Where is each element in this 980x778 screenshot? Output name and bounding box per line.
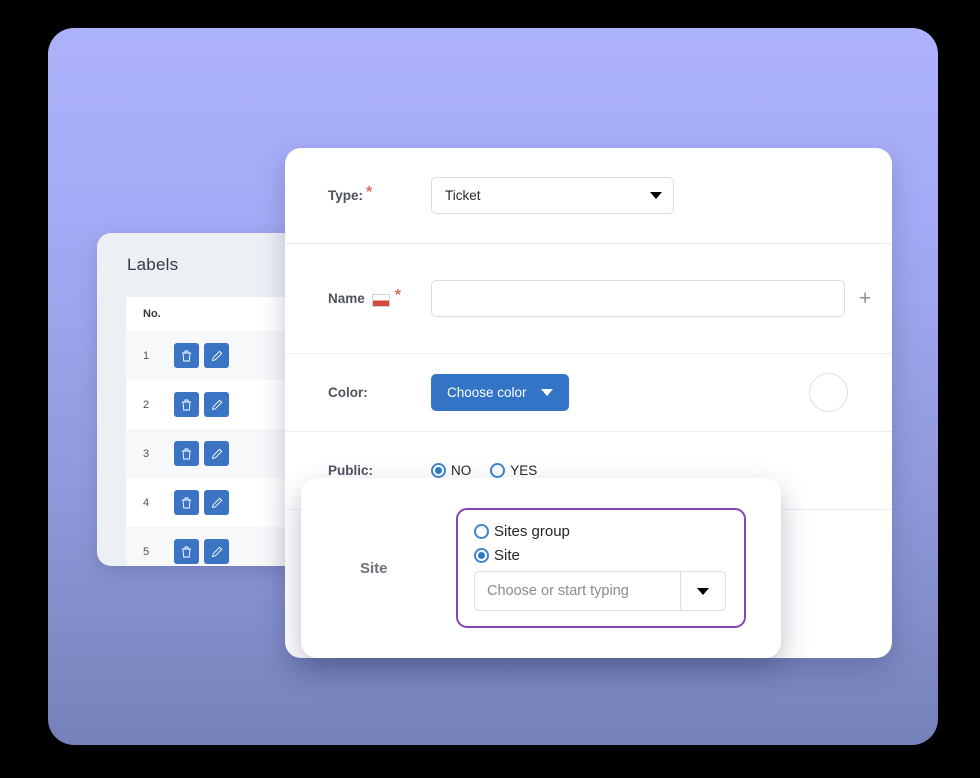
type-select[interactable]: Ticket [431, 177, 674, 214]
site-option-site-label: Site [494, 547, 520, 564]
site-combobox-placeholder: Choose or start typing [487, 583, 629, 599]
radio-icon-sites-group[interactable] [474, 524, 489, 539]
trash-icon [182, 546, 191, 557]
type-field-label: Type: * [285, 183, 431, 204]
site-option-sites-group[interactable]: Sites group [474, 523, 728, 540]
public-option-yes[interactable]: YES [490, 463, 537, 478]
delete-button[interactable] [174, 490, 199, 515]
app-background: Labels No. 1 2 3 4 5 Type: * Ticket Name… [48, 28, 938, 745]
form-row-color: Color: Choose color [285, 354, 892, 432]
trash-icon [182, 497, 191, 508]
site-combobox[interactable]: Choose or start typing [474, 571, 726, 611]
type-select-value: Ticket [445, 188, 481, 203]
trash-icon [182, 350, 191, 361]
public-option-no[interactable]: NO [431, 463, 471, 478]
chevron-down-icon [697, 587, 709, 595]
site-option-sites-group-label: Sites group [494, 523, 570, 540]
public-option-no-label: NO [451, 463, 472, 478]
delete-button[interactable] [174, 441, 199, 466]
pencil-icon [211, 399, 222, 410]
screen-frame: Labels No. 1 2 3 4 5 Type: * Ticket Name… [0, 0, 980, 778]
edit-button[interactable] [204, 392, 229, 417]
row-number: 4 [143, 496, 150, 509]
required-asterisk: * [394, 286, 402, 304]
row-number: 2 [143, 398, 150, 411]
row-number: 3 [143, 447, 150, 460]
pencil-icon [211, 448, 222, 459]
row-number: 5 [143, 545, 150, 558]
color-label-text: Color: [328, 385, 368, 400]
public-field-label: Public: [285, 463, 431, 478]
edit-button[interactable] [204, 539, 229, 564]
site-options-group: Sites group Site Choose or start typing [456, 508, 746, 628]
color-field-label: Color: [285, 385, 431, 400]
choose-color-label: Choose color [447, 385, 527, 400]
required-asterisk: * [366, 183, 373, 201]
name-field-label: Name * [285, 286, 431, 307]
radio-icon-site[interactable] [474, 548, 489, 563]
pencil-icon [211, 546, 222, 557]
edit-button[interactable] [204, 343, 229, 368]
form-row-name: Name * + [285, 244, 892, 354]
edit-button[interactable] [204, 490, 229, 515]
site-panel-card: Site Sites group Site Choose or start ty… [301, 478, 781, 658]
pencil-icon [211, 497, 222, 508]
form-row-type: Type: * Ticket [285, 148, 892, 244]
name-label-text: Name [328, 291, 365, 306]
row-number: 1 [143, 349, 150, 362]
public-label-text: Public: [328, 463, 374, 478]
type-label-text: Type: [328, 188, 364, 203]
site-field-label: Site [360, 559, 388, 577]
site-combobox-toggle[interactable] [680, 572, 725, 610]
delete-button[interactable] [174, 343, 199, 368]
radio-icon-yes[interactable] [490, 463, 506, 478]
pencil-icon [211, 350, 222, 361]
poland-flag-icon [371, 294, 390, 307]
color-swatch-preview[interactable] [809, 373, 848, 412]
public-radio-group: NO YES [431, 463, 537, 478]
chevron-down-icon [540, 389, 553, 396]
delete-button[interactable] [174, 539, 199, 564]
choose-color-button[interactable]: Choose color [431, 374, 569, 411]
edit-button[interactable] [204, 441, 229, 466]
plus-icon[interactable]: + [859, 288, 871, 309]
chevron-down-icon [650, 192, 662, 199]
trash-icon [182, 448, 191, 459]
column-header-no: No. [143, 308, 161, 320]
delete-button[interactable] [174, 392, 199, 417]
trash-icon [182, 399, 191, 410]
public-option-yes-label: YES [510, 463, 538, 478]
radio-icon-no[interactable] [431, 463, 446, 478]
site-option-site[interactable]: Site [474, 547, 728, 564]
name-input[interactable] [431, 280, 845, 317]
